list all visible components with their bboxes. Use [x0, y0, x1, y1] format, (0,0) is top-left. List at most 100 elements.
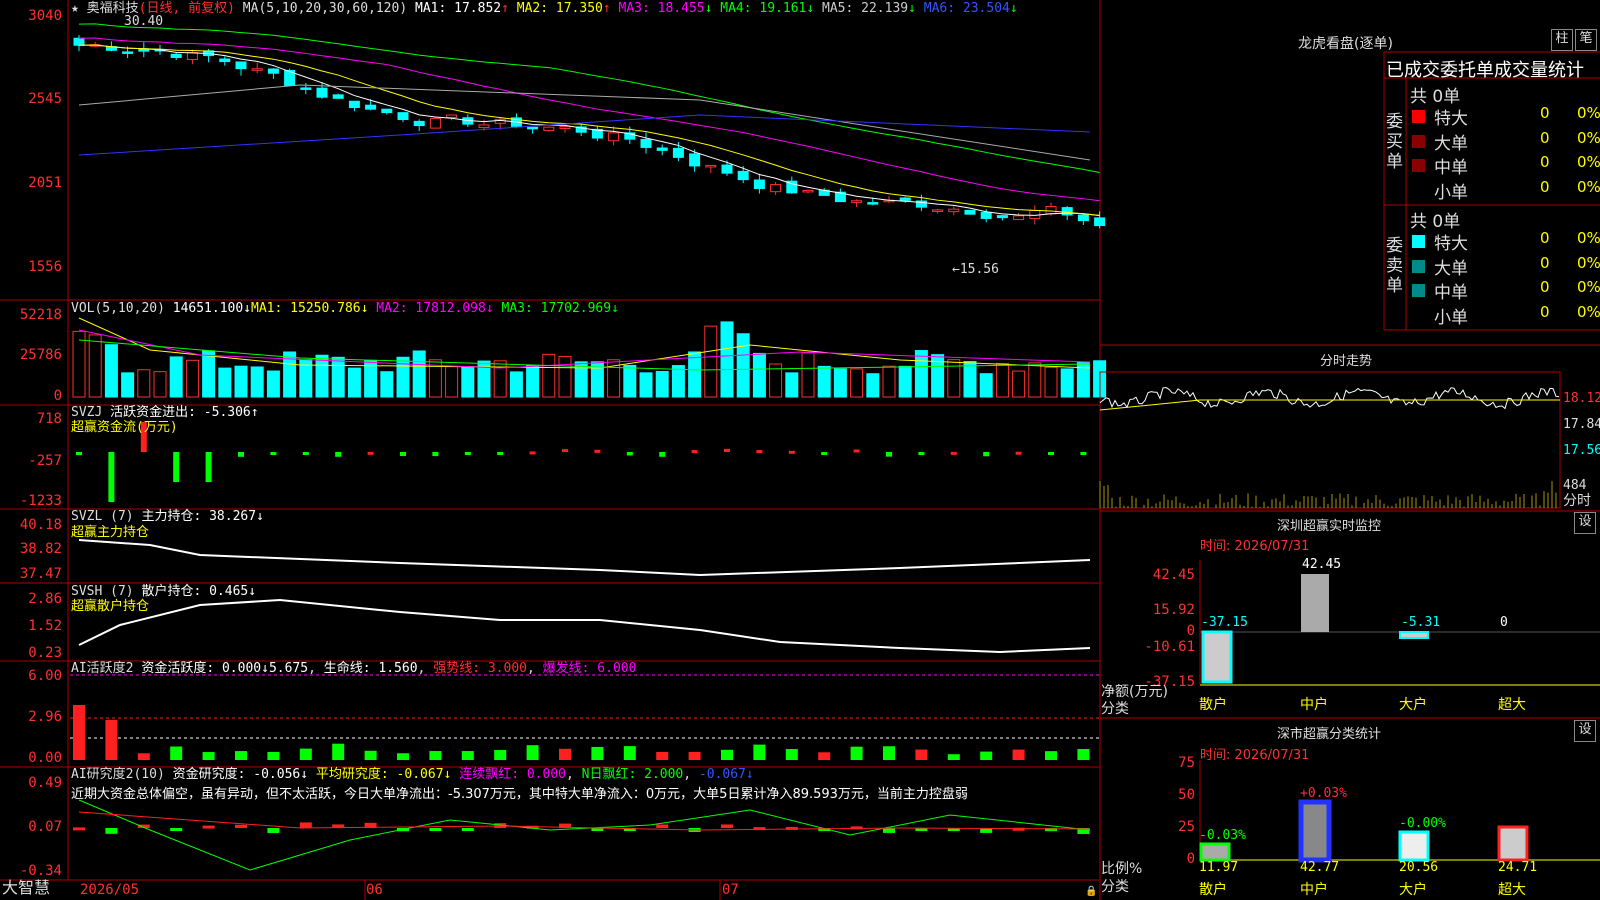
activity-bar	[299, 748, 312, 760]
sz-stats-time: 时间: 2026/07/31	[1200, 748, 1310, 763]
research-bar	[73, 827, 85, 831]
fund-flow-bar	[1015, 451, 1022, 455]
szs-bar-retail	[1199, 842, 1231, 862]
buy-color-swatch	[1412, 134, 1425, 148]
volume-bar	[137, 369, 151, 398]
candle-body	[1077, 214, 1089, 222]
ma3-label: MA3: 18.455	[618, 1, 705, 16]
candle-body	[559, 125, 571, 130]
sell-color-swatch	[1412, 308, 1425, 322]
candle-body	[219, 58, 231, 63]
svsh-header: SVSH (7) 散户持仓: 0.465↓	[71, 584, 256, 599]
ai1-ytick-2: 2.96	[28, 709, 62, 725]
fund-flow-bar	[76, 452, 82, 456]
ai2-avg: 平均研究度: -0.067↓	[315, 767, 452, 782]
vol-ma3: MA3: 17702.969↓	[501, 301, 619, 316]
bar-mode-button[interactable]: 柱	[1551, 29, 1573, 51]
candle-body	[267, 68, 279, 74]
activity-bar	[202, 752, 215, 760]
szm-xlabel: 分类	[1101, 701, 1129, 717]
lock-icon[interactable]: 🔒	[1085, 884, 1097, 899]
sz-monitor-settings-button[interactable]: 设	[1574, 512, 1596, 534]
szm-bar-large	[1399, 631, 1429, 639]
volume-bar	[914, 350, 928, 398]
szs-category: 中户	[1300, 882, 1328, 898]
ma6-label: MA6: 23.504	[923, 1, 1010, 16]
sz-stats-settings-button[interactable]: 设	[1574, 720, 1596, 742]
fund-flow-bar	[400, 452, 406, 457]
candle-body	[73, 37, 85, 46]
main-holding-line	[78, 539, 1091, 577]
activity-bar	[1045, 751, 1057, 760]
volume-bar	[234, 365, 248, 398]
ai1-header: AI活跃度2 资金活跃度: 0.000↓5.675, 生命线: 1.560, 强…	[71, 661, 637, 676]
vol-ma1: MA1: 15250.786↓	[251, 301, 369, 316]
volume-bar	[995, 362, 1009, 398]
svzj-ytick-2: -257	[28, 453, 62, 469]
sell-row-pct: 0%	[1577, 253, 1600, 272]
volume-bar	[720, 321, 734, 398]
szm-bar-retail	[1201, 630, 1233, 684]
candle-body	[446, 114, 458, 119]
ma2-label: MA2: 17.350	[516, 1, 603, 16]
buy-color-swatch	[1412, 183, 1425, 197]
volume-bar	[526, 364, 540, 398]
brand-logo[interactable]: 大智慧	[2, 880, 50, 896]
main-ytick-3: 2051	[28, 175, 62, 191]
buy-row-pct: 0%	[1577, 153, 1600, 171]
szs-ytick-2: 50	[1178, 787, 1195, 803]
szs-category: 超大	[1498, 882, 1526, 898]
fund-flow-bar	[529, 451, 536, 455]
szm-category: 超大	[1498, 697, 1526, 713]
main-ytick-2: 2545	[28, 91, 62, 107]
ma4-label: MA4: 19.161	[720, 1, 807, 16]
szs-ytick-1: 75	[1178, 755, 1195, 771]
vol-value: 14651.100↓	[172, 301, 252, 316]
szs-bar-top: -0.00%	[1399, 816, 1446, 831]
lhb-title: 龙虎看盘(逐单)	[1298, 36, 1393, 52]
buy-row-count: 0	[1540, 153, 1550, 171]
fenshi-price-line	[1099, 387, 1560, 410]
volume-bar	[850, 368, 864, 398]
ma3-line	[78, 37, 1100, 202]
vol-ma2: MA2: 17812.098↓	[376, 301, 494, 316]
activity-bar	[105, 720, 118, 760]
fund-flow-bar	[626, 452, 633, 456]
sell-side-label: 委卖单	[1386, 236, 1403, 296]
szm-bar-value: -5.31	[1401, 615, 1441, 630]
activity-bar	[170, 746, 183, 760]
chart-canvas[interactable]	[0, 0, 1600, 900]
szm-ytick-2: 15.92	[1152, 602, 1195, 618]
ai1-desc: 资金活跃度: 0.000↓	[141, 661, 269, 676]
research-line	[78, 799, 1091, 871]
svsh-ytick-3: 0.23	[28, 645, 62, 661]
svzl-ytick-2: 38.82	[19, 541, 62, 557]
candle-body	[867, 202, 879, 205]
research-bar	[267, 828, 280, 833]
activity-bar	[494, 750, 507, 760]
research-bar	[883, 828, 895, 833]
szs-xlabel: 分类	[1101, 879, 1129, 895]
volume-bar	[785, 372, 799, 398]
fund-flow-bar	[302, 452, 309, 455]
volume-bar	[315, 354, 329, 398]
activity-bar	[850, 746, 863, 760]
fenshi-y3: 17.56	[1563, 443, 1600, 458]
volume-bar	[979, 373, 993, 398]
volume-bar	[558, 355, 572, 398]
candle-body	[332, 94, 344, 99]
candle-body	[1029, 210, 1041, 219]
candle-body	[689, 153, 701, 167]
fenshi-y2: 17.84	[1563, 417, 1600, 432]
ai1-v2: 5.675	[268, 661, 309, 676]
volume-bar	[347, 367, 361, 398]
stroke-mode-button[interactable]: 笔	[1575, 29, 1597, 51]
szs-bar-xlarge	[1497, 825, 1529, 862]
activity-bar	[1012, 749, 1025, 760]
retail-holding-line	[78, 598, 1091, 654]
activity-bar	[267, 751, 280, 760]
activity-bar	[397, 753, 409, 760]
svsh-ytick-2: 1.52	[28, 618, 62, 634]
fund-flow-bar	[983, 452, 990, 457]
candle-body	[397, 112, 409, 120]
